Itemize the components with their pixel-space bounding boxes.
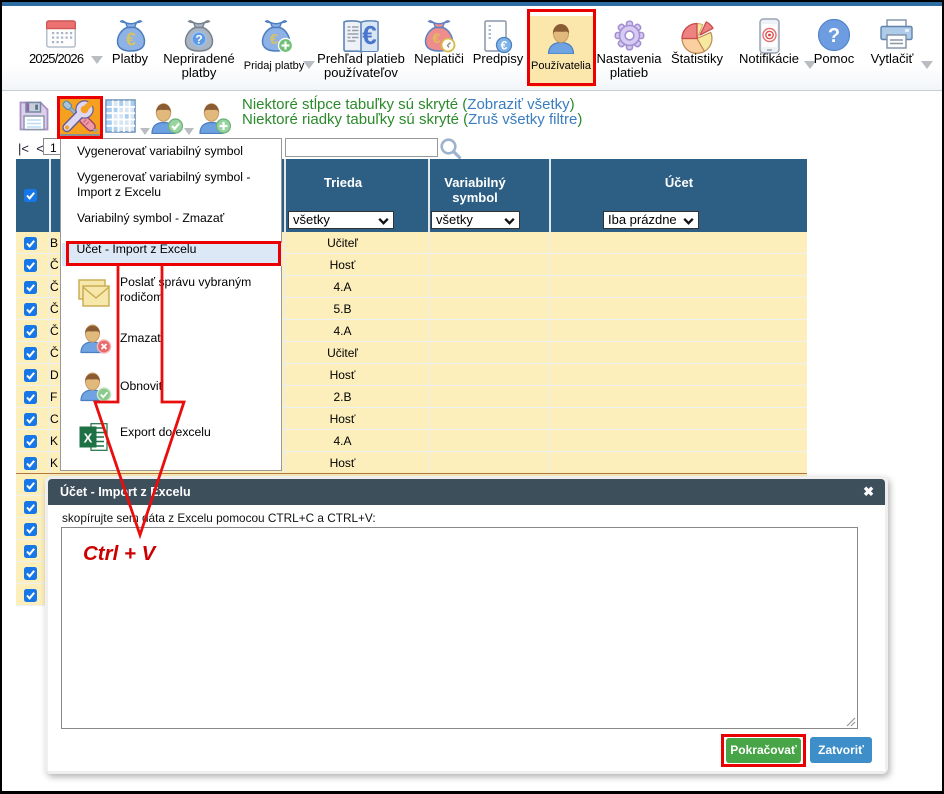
- svg-text:€: €: [270, 31, 279, 48]
- svg-text:€: €: [126, 30, 136, 50]
- svg-text:?: ?: [195, 33, 202, 47]
- svg-text:X: X: [84, 431, 93, 446]
- svg-text:?: ?: [828, 25, 840, 47]
- svg-text:€: €: [433, 30, 441, 46]
- svg-text:€: €: [362, 20, 376, 50]
